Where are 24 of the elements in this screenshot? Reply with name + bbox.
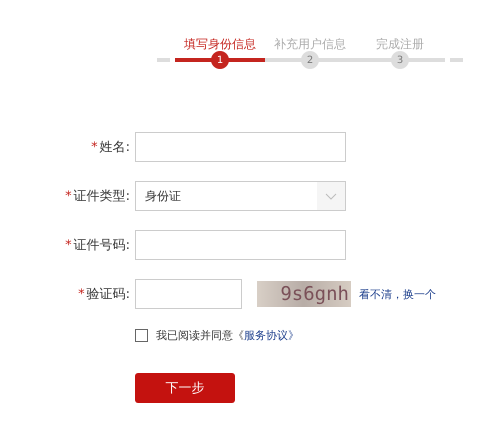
required-mark: * [65,189,72,204]
required-mark: * [78,287,85,302]
step-label: 填写身份信息 [184,36,256,53]
field-label: 证件号码: [74,238,130,253]
refresh-link[interactable]: 看不清，换一个 [359,286,436,302]
field-label: 姓名: [100,140,130,155]
agreement-text: 我已阅读并同意《服务协议》 [156,328,299,343]
step-number: 1 [211,51,229,69]
step-label: 完成注册 [376,36,424,53]
step-number: 2 [301,51,319,69]
input-field[interactable] [135,132,346,162]
input-field[interactable] [135,279,242,309]
dropdown[interactable]: 身份证 [135,181,346,211]
step-label: 补充用户信息 [274,36,346,53]
input-field[interactable] [135,230,346,260]
chevron-down-icon [325,192,337,200]
field-label: 验证码: [86,287,130,302]
required-mark: * [91,140,98,155]
field-label: 证件类型: [74,189,130,204]
required-mark: * [65,238,72,253]
step-number: 3 [391,51,409,69]
terms-link[interactable]: 服务协议》 [244,329,299,342]
next-button[interactable]: 下一步 [135,373,235,403]
checkbox[interactable] [135,329,148,342]
